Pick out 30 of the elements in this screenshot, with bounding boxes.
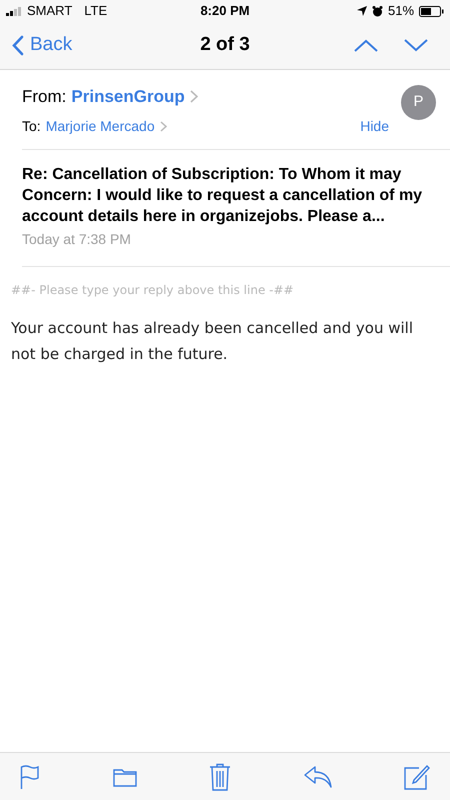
status-time: 8:20 PM <box>200 2 250 20</box>
message-counter: 2 of 3 <box>200 33 250 58</box>
back-button[interactable]: Back <box>12 31 72 60</box>
sender-avatar: P <box>401 85 436 120</box>
sender-link[interactable]: PrinsenGroup <box>71 84 185 110</box>
email-subject: Re: Cancellation of Subscription: To Whom it may Concern: I would like to request a cancellation of my account details here in organizejobs. Please a... <box>22 164 424 226</box>
alarm-clock-icon <box>372 6 383 16</box>
from-label: From: <box>22 86 66 108</box>
trash-icon[interactable] <box>209 762 231 790</box>
battery-percent: 51% <box>388 2 414 20</box>
to-label: To: <box>22 116 41 136</box>
signal-icon <box>6 6 23 16</box>
reply-icon[interactable] <box>304 764 332 788</box>
reply-separator-note: ##- Please type your reply above this line -## <box>11 282 295 298</box>
carrier-name: SMART <box>27 2 72 20</box>
flag-icon[interactable] <box>20 764 40 788</box>
chevron-up-icon[interactable] <box>354 39 378 52</box>
hide-link[interactable]: Hide <box>360 116 389 136</box>
folder-icon[interactable] <box>112 766 136 786</box>
chevron-down-icon[interactable] <box>404 39 428 52</box>
network-type: LTE <box>84 2 108 20</box>
location-arrow-icon <box>356 6 367 16</box>
email-body: Your account has already been cancelled and you will not be charged in the future. <box>11 318 414 364</box>
chevron-left-icon <box>12 35 24 56</box>
chevron-right-icon <box>190 90 198 104</box>
chevron-right-icon <box>160 120 167 132</box>
compose-icon[interactable] <box>404 764 430 790</box>
battery-icon <box>419 6 444 16</box>
email-date: Today at 7:38 PM <box>22 230 132 249</box>
recipient-link[interactable]: Marjorie Mercado <box>46 116 155 136</box>
